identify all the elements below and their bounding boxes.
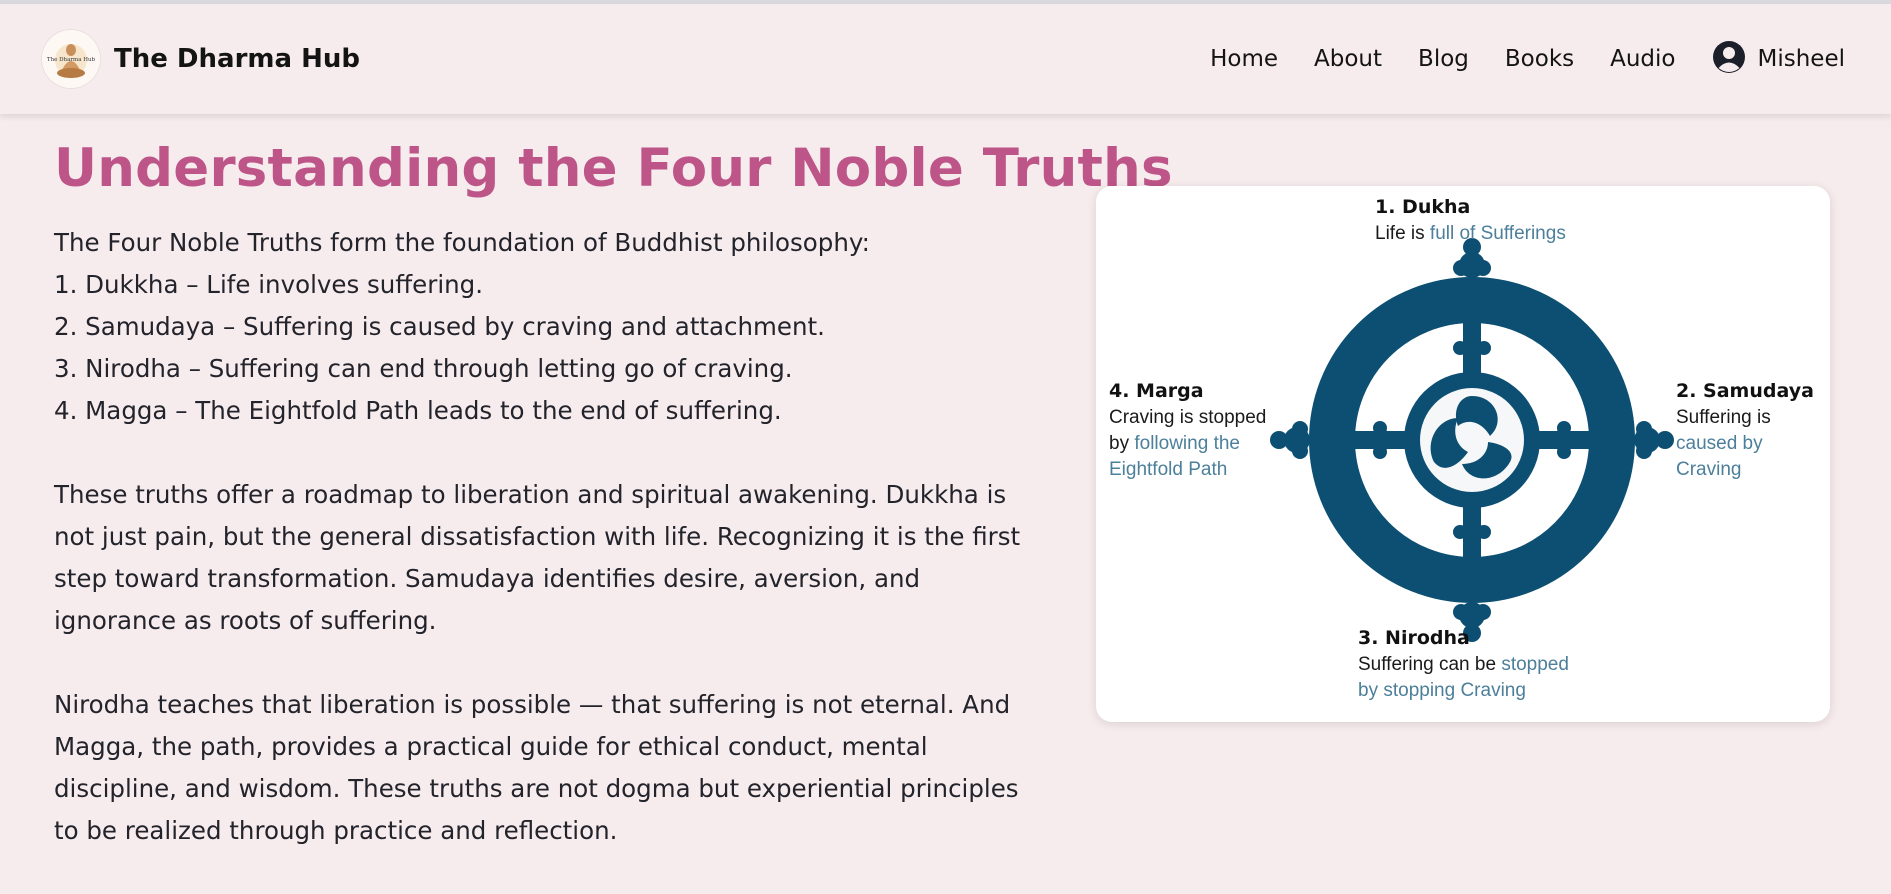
page-title: Understanding the Four Noble Truths xyxy=(54,138,1173,199)
truth-4-desc: by following the xyxy=(1109,433,1240,454)
truth-2-highlight-1: caused by xyxy=(1676,433,1763,454)
dharma-wheel-icon xyxy=(1270,238,1674,642)
dharma-wheel: 1. Dukha Life is full of Sufferings 2. S… xyxy=(1109,196,1814,701)
user-menu[interactable]: Misheel xyxy=(1712,40,1846,78)
buddha-logo: The Dharma Hub xyxy=(42,30,100,88)
paragraph-roadmap: These truths offer a roadmap to liberati… xyxy=(54,480,1021,635)
truth-2-title: 2. Samudaya xyxy=(1676,380,1814,402)
truth-3-title: 3. Nirodha xyxy=(1358,627,1470,649)
four-truths-diagram-card: 1. Dukha Life is full of Sufferings 2. S… xyxy=(1096,186,1830,722)
article-body: The Four Noble Truths form the foundatio… xyxy=(54,222,1044,894)
truth-3-text: Suffering can be xyxy=(1358,654,1501,675)
main-nav: Home About Blog Books Audio Misheel xyxy=(1174,40,1845,78)
truth-2-highlight-2: Craving xyxy=(1676,459,1741,480)
brand-name[interactable]: The Dharma Hub xyxy=(114,44,360,74)
truth-3-highlight-1: stopped xyxy=(1501,654,1569,675)
intro-line: The Four Noble Truths form the foundatio… xyxy=(54,228,870,257)
site-header: The Dharma Hub The Dharma Hub Home About… xyxy=(0,4,1891,114)
truth-line-samudaya: 2. Samudaya – Suffering is caused by cra… xyxy=(54,312,825,341)
truth-line-magga: 4. Magga – The Eightfold Path leads to t… xyxy=(54,396,782,425)
truth-3-desc: Suffering can be stopped xyxy=(1358,654,1569,675)
truth-4-text-2: by xyxy=(1109,433,1134,454)
nav-about[interactable]: About xyxy=(1314,46,1382,72)
truth-1-desc: Life is full of Sufferings xyxy=(1375,223,1566,244)
paragraph-nirodha: Nirodha teaches that liberation is possi… xyxy=(54,690,1019,845)
nav-audio[interactable]: Audio xyxy=(1610,46,1675,72)
truth-3-highlight-2: by stopping Craving xyxy=(1358,680,1526,701)
truth-4-highlight-2: Eightfold Path xyxy=(1109,459,1227,480)
nav-books[interactable]: Books xyxy=(1505,46,1574,72)
truth-1-text: Life is xyxy=(1375,223,1430,244)
truth-line-nirodha: 3. Nirodha – Suffering can end through l… xyxy=(54,354,793,383)
truth-1-title: 1. Dukha xyxy=(1375,196,1470,218)
truth-4-highlight-1: following the xyxy=(1134,433,1240,454)
truth-2-text: Suffering is xyxy=(1676,407,1771,428)
truth-4-title: 4. Marga xyxy=(1109,380,1204,402)
truth-line-dukkha: 1. Dukkha – Life involves suffering. xyxy=(54,270,483,299)
intro-paragraph: The Four Noble Truths form the foundatio… xyxy=(54,222,1044,432)
truth-4-text-1: Craving is stopped xyxy=(1109,407,1266,428)
truth-1-highlight: full of Sufferings xyxy=(1430,223,1566,244)
home-logo-link[interactable]: The Dharma Hub The Dharma Hub xyxy=(42,30,360,88)
user-circle-icon xyxy=(1712,40,1746,78)
logo-text: The Dharma Hub xyxy=(47,57,96,63)
user-name: Misheel xyxy=(1757,46,1846,72)
nav-home[interactable]: Home xyxy=(1210,46,1278,72)
nav-blog[interactable]: Blog xyxy=(1418,46,1469,72)
main-content: Understanding the Four Noble Truths The … xyxy=(0,114,1891,872)
